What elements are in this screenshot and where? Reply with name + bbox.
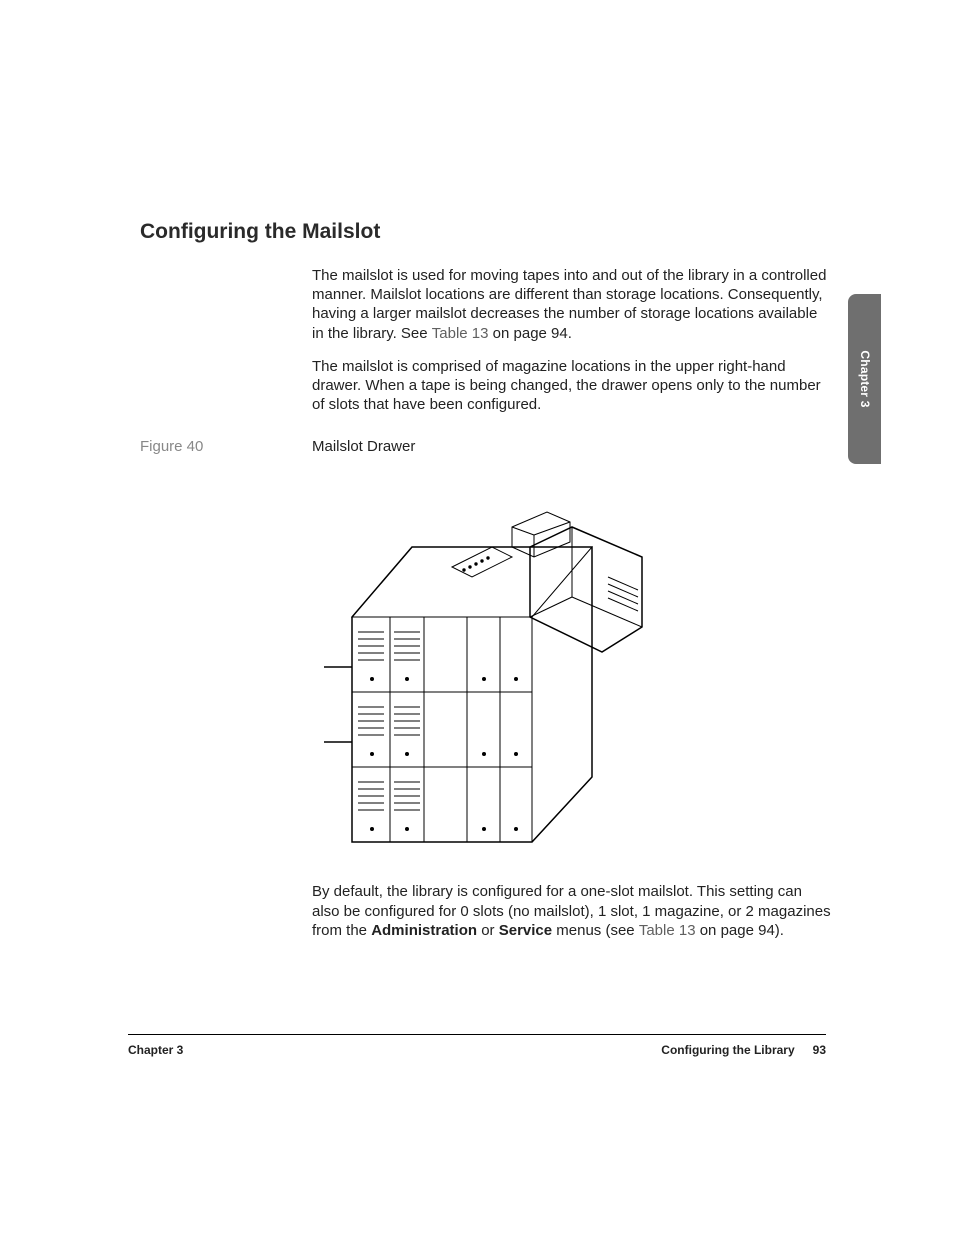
para3-text-b4: menus (see [552,922,639,939]
body-paragraphs-2: By default, the library is configured fo… [312,882,832,940]
page-number: 93 [813,1043,826,1057]
table-13-link-2[interactable]: Table 13 [639,922,696,939]
table-13-link-1[interactable]: Table 13 [432,325,489,342]
paragraph-2: The mailslot is comprised of magazine lo… [312,357,832,415]
page-footer: Chapter 3 Configuring the Library 93 [128,1034,826,1057]
para3-or: or [477,922,499,939]
chapter-side-tab-label: Chapter 3 [858,350,872,407]
service-menu-ref: Service [499,922,552,939]
figure-caption: Mailslot Drawer [312,438,415,455]
body-paragraphs-1: The mailslot is used for moving tapes in… [312,266,832,414]
para1-text-b: on page 94. [489,325,572,342]
footer-section-title: Configuring the Library [661,1043,794,1057]
section-heading: Configuring the Mailslot [140,220,830,244]
chapter-side-tab: Chapter 3 [848,294,881,464]
page: Chapter 3 Configuring the Mailslot The m… [0,0,954,1235]
footer-chapter: Chapter 3 [128,1043,183,1057]
figure-number: Figure 40 [140,438,312,455]
figure-heading-row: Figure 40 Mailslot Drawer [140,438,830,455]
footer-right: Configuring the Library 93 [661,1043,826,1057]
content-area: Configuring the Mailslot The mailslot is… [140,220,830,954]
para3-text-c: on page 94). [696,922,784,939]
administration-menu-ref: Administration [371,922,477,939]
paragraph-3: By default, the library is configured fo… [312,882,832,940]
paragraph-1: The mailslot is used for moving tapes in… [312,266,832,343]
mailslot-drawer-illustration [312,457,692,872]
